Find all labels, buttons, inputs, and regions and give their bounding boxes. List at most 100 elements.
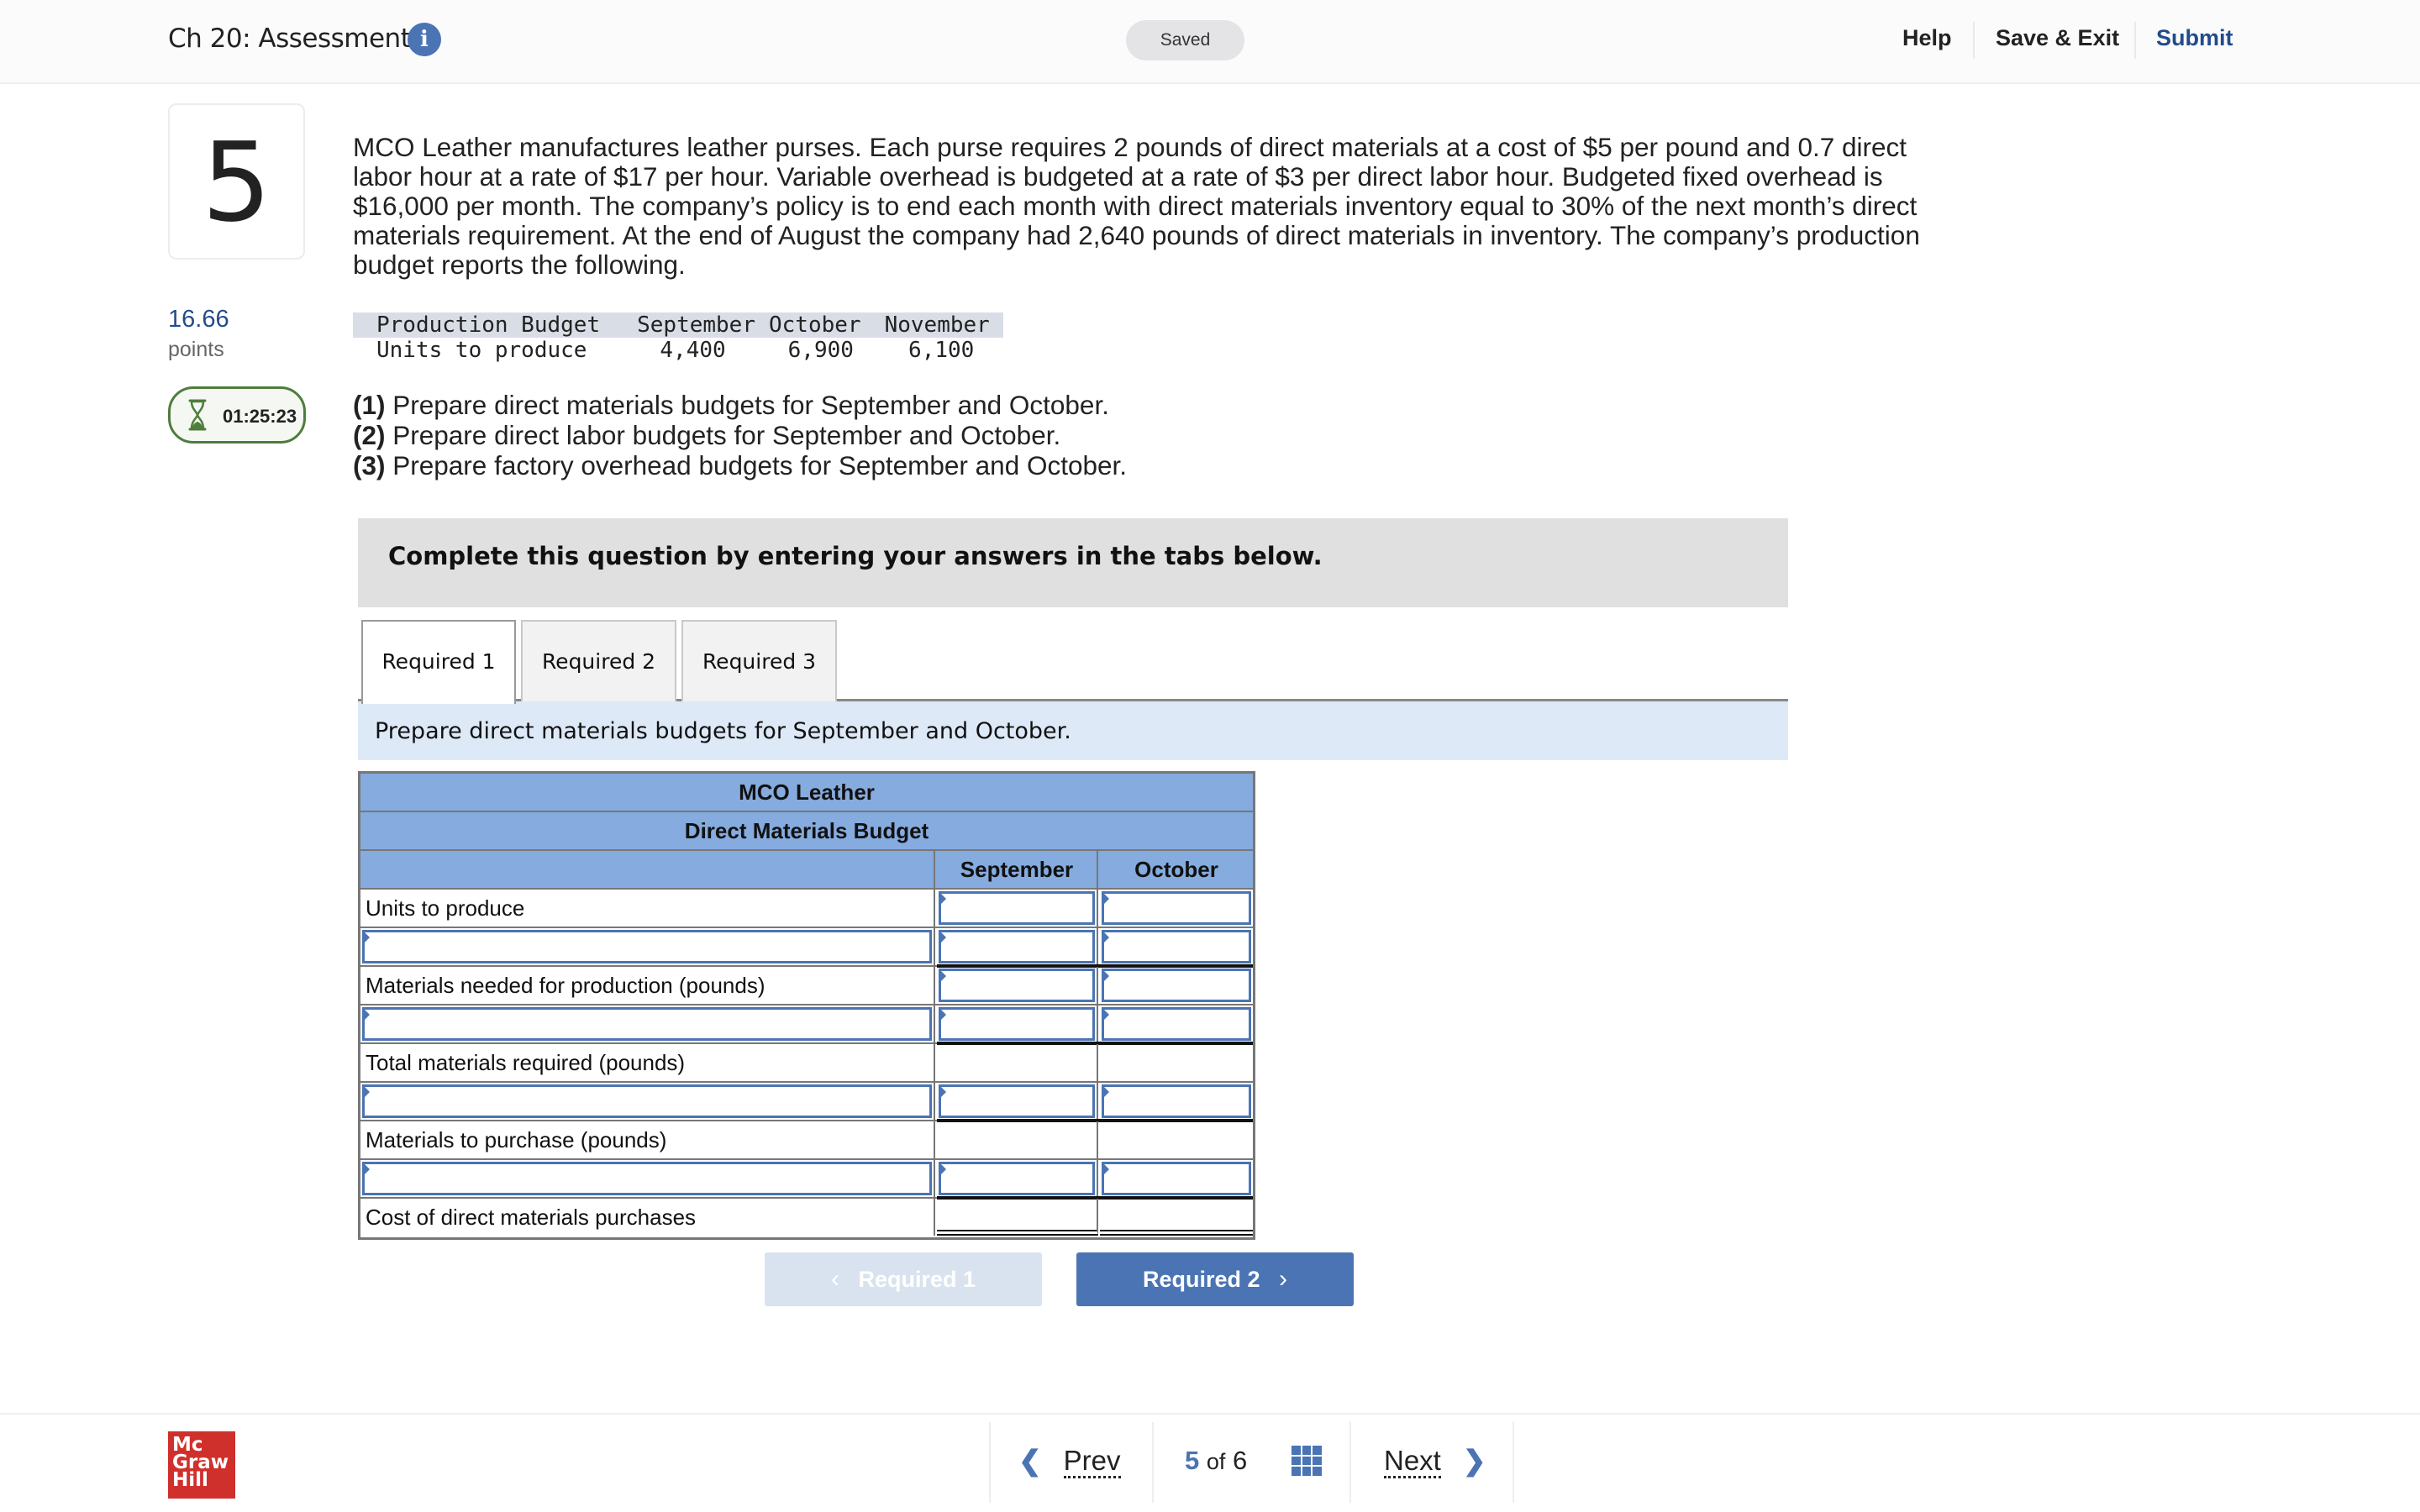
row-label-dropdown[interactable] (360, 928, 935, 965)
row-label-input[interactable] (362, 1162, 932, 1195)
september-input[interactable] (939, 1162, 1095, 1195)
hourglass-icon (188, 399, 207, 431)
tab-required-2[interactable]: Required 2 (521, 620, 676, 701)
table-row: Units to produce (360, 890, 1253, 928)
saved-status-badge: Saved (1126, 20, 1244, 60)
october-input[interactable] (1102, 891, 1251, 925)
chevron-right-icon: › (1279, 1265, 1288, 1293)
requirement-item: (3) Prepare factory overhead budgets for… (353, 450, 1127, 480)
requirement-number: (3) (353, 450, 386, 480)
question-pager: ❮ Prev 5 of 6 Next ❯ (989, 1422, 1514, 1503)
cell-october[interactable] (1100, 1005, 1253, 1042)
points-label: points (168, 338, 224, 361)
grid-icon[interactable] (1292, 1446, 1322, 1476)
requirement-number: (1) (353, 390, 386, 420)
logo-line: Hill (172, 1469, 208, 1491)
row-label-text: Units to produce (366, 895, 525, 921)
row-label-input[interactable] (362, 1007, 932, 1041)
row-label-dropdown[interactable] (360, 1160, 935, 1197)
cell-september[interactable] (937, 1005, 1098, 1042)
requirement-number: (2) (353, 420, 386, 450)
table-body: Units to produce Materials needed for pro… (360, 890, 1253, 1237)
tab-required-1[interactable]: Required 1 (361, 620, 516, 704)
prev-required-label: Required 1 (858, 1267, 976, 1292)
cell-september[interactable] (937, 1160, 1098, 1197)
cell-october[interactable] (1100, 1083, 1253, 1120)
points-value: 16.66 (168, 306, 229, 333)
requirement-text: Prepare direct labor budgets for Septemb… (385, 420, 1061, 450)
next-question-button[interactable]: Next ❯ (1384, 1444, 1486, 1478)
pager-divider (1152, 1422, 1154, 1503)
cell-september[interactable] (937, 1083, 1098, 1120)
pager-divider (989, 1422, 991, 1503)
row-label-input[interactable] (362, 1084, 932, 1118)
cell-october[interactable] (1100, 890, 1253, 927)
october-input[interactable] (1102, 1007, 1251, 1041)
requirement-item: (2) Prepare direct labor budgets for Sep… (353, 420, 1127, 450)
total-questions: 6 (1233, 1446, 1248, 1475)
table-row: Total materials required (pounds) (360, 1044, 1253, 1083)
row-label: Materials needed for production (pounds) (360, 967, 935, 1004)
column-header-september: September (937, 851, 1098, 888)
info-icon[interactable]: i (408, 23, 441, 56)
september-input[interactable] (939, 1007, 1095, 1041)
production-budget-header: October (762, 312, 868, 338)
question-counter: 5 of 6 (1185, 1446, 1247, 1476)
row-label: Materials to purchase (pounds) (360, 1121, 935, 1158)
production-budget-cell: 4,400 (660, 338, 726, 363)
september-input[interactable] (939, 930, 1095, 963)
save-exit-link[interactable]: Save & Exit (1996, 25, 2119, 51)
requirement-text: Prepare factory overhead budgets for Sep… (385, 450, 1128, 480)
row-label: Cost of direct materials purchases (360, 1199, 935, 1236)
production-budget-table: Production Budget September October Nove… (353, 312, 1003, 363)
next-required-button[interactable]: Required 2 › (1076, 1252, 1354, 1306)
cell-september[interactable] (937, 890, 1098, 927)
september-input[interactable] (939, 969, 1095, 1002)
pager-divider (1349, 1422, 1351, 1503)
row-label-dropdown[interactable] (360, 1005, 935, 1042)
cell-october[interactable] (1100, 967, 1253, 1004)
current-question: 5 (1185, 1446, 1200, 1475)
assessment-title: Ch 20: Assessment (168, 24, 411, 54)
row-label-input[interactable] (362, 930, 932, 963)
production-budget-header: November (867, 312, 1003, 338)
next-required-label: Required 2 (1142, 1267, 1260, 1292)
of-label: of (1206, 1449, 1226, 1474)
row-label-text: Total materials required (pounds) (366, 1050, 686, 1075)
production-budget-header-row: Production Budget September October Nove… (353, 312, 1003, 338)
production-budget-row: Units to produce 4,400 6,900 6,100 (353, 338, 1003, 363)
october-input[interactable] (1102, 1084, 1251, 1118)
chevron-right-icon: ❯ (1462, 1445, 1486, 1476)
cell-october[interactable] (1100, 1160, 1253, 1197)
cell-september[interactable] (937, 928, 1098, 965)
table-header-row: September October (360, 851, 1253, 890)
september-input[interactable] (939, 891, 1095, 925)
column-header-october: October (1134, 857, 1218, 882)
cell-september[interactable] (937, 967, 1098, 1004)
september-input[interactable] (939, 1084, 1095, 1118)
timer-value: 01:25:23 (223, 406, 297, 427)
chevron-left-icon: ‹ (830, 1265, 839, 1293)
october-input[interactable] (1102, 930, 1251, 963)
header-label-cell (360, 851, 935, 888)
table-row (360, 1083, 1253, 1122)
tab-required-3[interactable]: Required 3 (681, 620, 837, 701)
october-input[interactable] (1102, 1162, 1251, 1195)
help-link[interactable]: Help (1902, 25, 1952, 51)
cell-october (1100, 1044, 1253, 1081)
prev-required-button[interactable]: ‹ Required 1 (765, 1252, 1042, 1306)
cell-october (1100, 1121, 1253, 1158)
row-label-dropdown[interactable] (360, 1083, 935, 1120)
table-row: Materials needed for production (pounds) (360, 967, 1253, 1005)
header-divider (1973, 22, 1975, 59)
submit-link[interactable]: Submit (2156, 25, 2233, 51)
prev-question-button[interactable]: ❮ Prev (1018, 1444, 1121, 1478)
production-budget-header: September (612, 312, 762, 338)
october-input[interactable] (1102, 969, 1251, 1002)
table-row (360, 1005, 1253, 1045)
cell-september (937, 1044, 1098, 1081)
tab-strip: Required 1 Required 2 Required 3 (358, 620, 1788, 704)
requirements-list: (1) Prepare direct materials budgets for… (353, 390, 1127, 480)
instruction-text: Complete this question by entering your … (388, 542, 1323, 570)
cell-october[interactable] (1100, 928, 1253, 965)
